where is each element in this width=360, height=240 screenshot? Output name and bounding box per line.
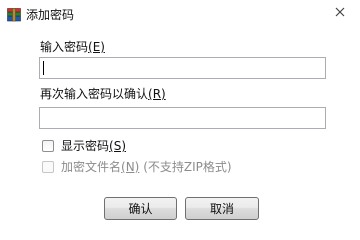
show-password-checkbox[interactable] <box>42 140 54 152</box>
confirm-password-label-text: 再次输入密码以确认 <box>40 87 149 101</box>
show-password-label[interactable]: 显示密码(S) <box>61 139 126 153</box>
zip-unsupported-note: (不支持ZIP格式) <box>143 160 232 174</box>
winrar-icon <box>7 8 21 22</box>
encrypt-filenames-accelerator: (N) <box>121 160 140 174</box>
password-label-text: 输入密码 <box>40 40 89 54</box>
window-title: 添加密码 <box>26 8 75 22</box>
password-label: 输入密码(E) <box>40 40 105 54</box>
ok-button-label: 确认 <box>128 202 153 216</box>
password-input[interactable] <box>39 57 326 79</box>
confirm-password-label: 再次输入密码以确认(R) <box>40 87 166 101</box>
close-button[interactable] <box>325 1 355 23</box>
add-password-dialog: 添加密码 输入密码(E) 再次输入密码以确认(R) 显示密码(S) 加密文件名(… <box>0 0 360 239</box>
confirm-password-input[interactable] <box>39 107 326 129</box>
show-password-accelerator: (S) <box>109 139 126 153</box>
text-caret <box>43 61 44 75</box>
show-password-label-text: 显示密码 <box>61 139 110 153</box>
encrypt-filenames-label-text: 加密文件名 <box>61 160 122 174</box>
encrypt-filenames-label[interactable]: 加密文件名(N) (不支持ZIP格式) <box>61 160 232 174</box>
ok-button[interactable]: 确认 <box>104 197 177 220</box>
cancel-button[interactable]: 取消 <box>185 197 259 220</box>
cancel-button-label: 取消 <box>209 202 234 216</box>
password-accelerator: (E) <box>88 40 105 54</box>
close-icon <box>335 7 345 17</box>
title-bar[interactable]: 添加密码 <box>0 0 360 30</box>
confirm-password-accelerator: (R) <box>148 87 166 101</box>
encrypt-filenames-checkbox[interactable] <box>42 161 54 173</box>
